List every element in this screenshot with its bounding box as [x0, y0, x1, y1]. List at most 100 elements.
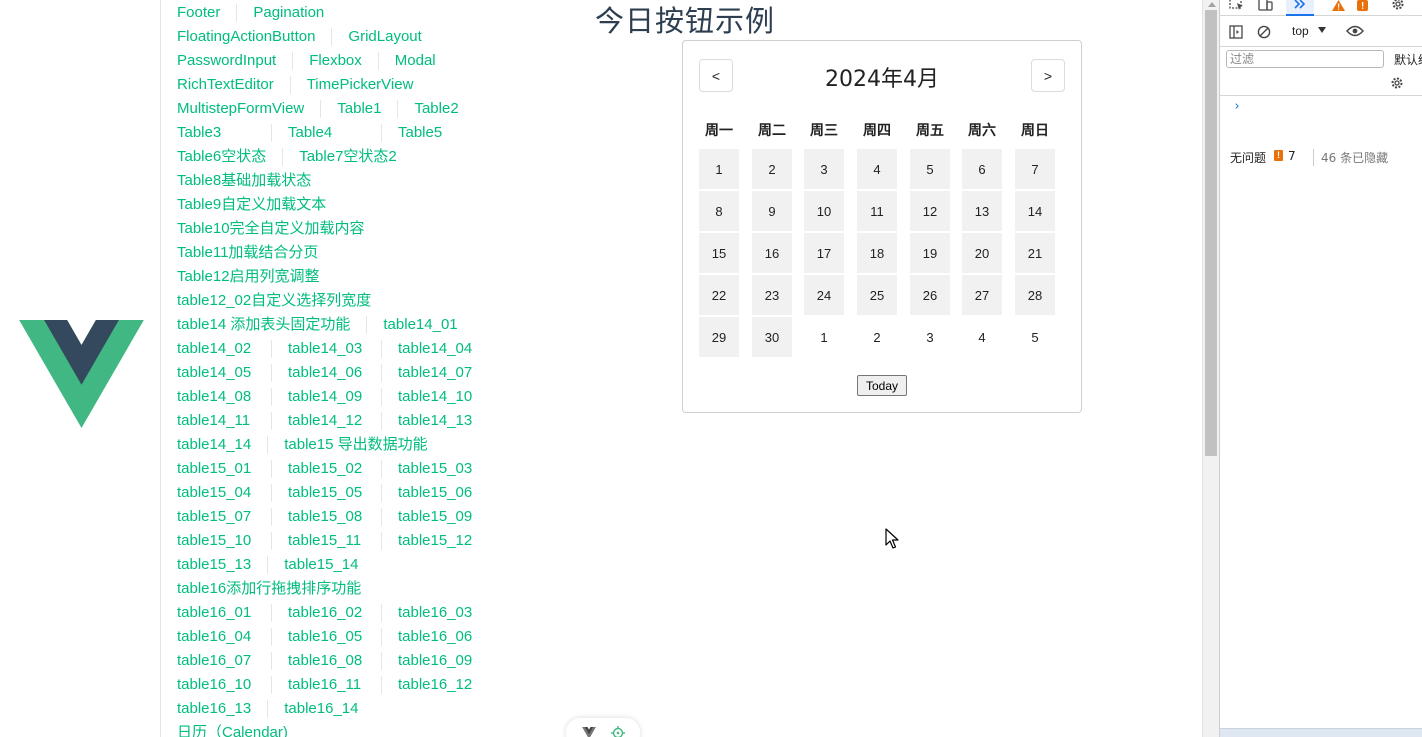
- nav-link[interactable]: table16_05: [271, 628, 378, 646]
- page-scrollbar[interactable]: [1202, 0, 1219, 737]
- calendar-day[interactable]: 8: [699, 191, 739, 231]
- nav-link[interactable]: table14_05: [161, 364, 267, 382]
- nav-link[interactable]: table14_09: [271, 388, 378, 406]
- sidebar-toggle-icon[interactable]: [1229, 25, 1243, 39]
- nav-link[interactable]: table15_12: [381, 532, 488, 550]
- calendar-day[interactable]: 18: [857, 233, 897, 273]
- more-tabs-icon[interactable]: [1292, 0, 1308, 10]
- calendar-day-next-month[interactable]: 1: [804, 317, 844, 357]
- calendar-day[interactable]: 9: [752, 191, 792, 231]
- nav-link[interactable]: FloatingActionButton: [161, 28, 331, 46]
- calendar-day[interactable]: 27: [962, 275, 1002, 315]
- nav-link[interactable]: table16_06: [381, 628, 488, 646]
- warning-icon[interactable]: [1332, 0, 1345, 11]
- nav-link[interactable]: table14 添加表头固定功能: [161, 316, 366, 334]
- console-filter-input[interactable]: 过滤: [1226, 50, 1384, 68]
- today-button[interactable]: Today: [857, 375, 907, 396]
- nav-link[interactable]: table15_14: [267, 556, 374, 574]
- inspect-element-icon[interactable]: [1229, 0, 1245, 11]
- nav-link[interactable]: Pagination: [236, 4, 340, 22]
- nav-link[interactable]: table14_02: [161, 340, 267, 358]
- calendar-day[interactable]: 12: [910, 191, 950, 231]
- nav-link[interactable]: table14_11: [161, 412, 266, 430]
- calendar-day[interactable]: 1: [699, 149, 739, 189]
- calendar-day-next-month[interactable]: 5: [1015, 317, 1055, 357]
- nav-link[interactable]: Table4: [271, 124, 348, 142]
- console-prompt[interactable]: ›: [1233, 99, 1241, 114]
- nav-link[interactable]: Table9自定义加载文本: [161, 196, 342, 214]
- calendar-day[interactable]: 22: [699, 275, 739, 315]
- nav-link[interactable]: table15_13: [161, 556, 267, 574]
- nav-link[interactable]: table16_02: [271, 604, 378, 622]
- console-settings-gear-icon[interactable]: [1390, 76, 1404, 90]
- nav-link[interactable]: table14_03: [271, 340, 378, 358]
- nav-link[interactable]: table14_14: [161, 436, 267, 454]
- nav-link[interactable]: table15_04: [161, 484, 267, 502]
- nav-link[interactable]: table16_01: [161, 604, 267, 622]
- nav-link[interactable]: Table7空状态2: [282, 148, 413, 166]
- nav-link[interactable]: Modal: [377, 52, 452, 70]
- next-month-button[interactable]: >: [1031, 59, 1065, 92]
- calendar-day[interactable]: 7: [1015, 149, 1055, 189]
- nav-link[interactable]: Flexbox: [292, 52, 378, 70]
- calendar-day[interactable]: 11: [857, 191, 897, 231]
- log-levels-dropdown[interactable]: 默认级: [1394, 51, 1422, 68]
- nav-link[interactable]: table14_07: [381, 364, 488, 382]
- calendar-day-next-month[interactable]: 3: [910, 317, 950, 357]
- scrollbar-thumb[interactable]: [1205, 10, 1217, 456]
- issue-icon[interactable]: [1357, 0, 1368, 11]
- calendar-day[interactable]: 26: [910, 275, 950, 315]
- nav-link[interactable]: table16_14: [267, 700, 374, 718]
- nav-link[interactable]: table14_06: [271, 364, 378, 382]
- calendar-day[interactable]: 2: [752, 149, 792, 189]
- calendar-day[interactable]: 30: [752, 317, 792, 357]
- nav-link[interactable]: 日历（Calendar): [161, 724, 304, 737]
- nav-link[interactable]: Table1: [320, 100, 397, 118]
- device-toolbar-icon[interactable]: [1257, 0, 1273, 11]
- nav-link[interactable]: table15_02: [271, 460, 378, 478]
- nav-link[interactable]: Table5: [381, 124, 458, 142]
- nav-link[interactable]: table16_11: [271, 676, 377, 694]
- issue-count[interactable]: 7: [1288, 149, 1296, 163]
- nav-link[interactable]: table16_07: [161, 652, 267, 670]
- calendar-day[interactable]: 23: [752, 275, 792, 315]
- calendar-day[interactable]: 4: [857, 149, 897, 189]
- inspect-target-icon[interactable]: [610, 726, 625, 737]
- calendar-day[interactable]: 3: [804, 149, 844, 189]
- nav-link[interactable]: table15_11: [271, 532, 377, 550]
- calendar-day[interactable]: 14: [1015, 191, 1055, 231]
- calendar-day[interactable]: 28: [1015, 275, 1055, 315]
- nav-link[interactable]: table16_04: [161, 628, 267, 646]
- nav-link[interactable]: Table6空状态: [161, 148, 282, 166]
- nav-link[interactable]: Footer: [161, 4, 236, 22]
- nav-link[interactable]: table16_09: [381, 652, 488, 670]
- calendar-day[interactable]: 15: [699, 233, 739, 273]
- nav-link[interactable]: TimePickerView: [289, 76, 430, 94]
- nav-link[interactable]: table15_10: [161, 532, 267, 550]
- issue-badge-icon[interactable]: !: [1274, 150, 1283, 161]
- calendar-day[interactable]: 21: [1015, 233, 1055, 273]
- nav-link[interactable]: table15_01: [161, 460, 267, 478]
- calendar-day-next-month[interactable]: 4: [962, 317, 1002, 357]
- nav-link[interactable]: Table3: [161, 124, 237, 142]
- nav-link[interactable]: table15_07: [161, 508, 267, 526]
- scroll-up-arrow-icon[interactable]: [1208, 2, 1216, 7]
- live-expression-eye-icon[interactable]: [1346, 25, 1364, 37]
- nav-link[interactable]: table15_05: [271, 484, 378, 502]
- nav-link[interactable]: table12_02自定义选择列宽度: [161, 292, 387, 310]
- nav-link[interactable]: table14_13: [381, 412, 488, 430]
- nav-link[interactable]: table15_09: [381, 508, 488, 526]
- nav-link[interactable]: table15 导出数据功能: [267, 436, 443, 454]
- settings-gear-icon[interactable]: [1391, 0, 1405, 11]
- nav-link[interactable]: table14_10: [381, 388, 488, 406]
- nav-link[interactable]: Table11加载结合分页: [161, 244, 334, 262]
- nav-link[interactable]: MultistepFormView: [161, 100, 320, 118]
- calendar-day[interactable]: 20: [962, 233, 1002, 273]
- calendar-day-next-month[interactable]: 2: [857, 317, 897, 357]
- nav-link[interactable]: table15_06: [381, 484, 488, 502]
- calendar-day[interactable]: 29: [699, 317, 739, 357]
- nav-link[interactable]: table16_10: [161, 676, 267, 694]
- calendar-day[interactable]: 16: [752, 233, 792, 273]
- nav-link[interactable]: PasswordInput: [161, 52, 292, 70]
- nav-link[interactable]: Table8基础加载状态: [161, 172, 327, 190]
